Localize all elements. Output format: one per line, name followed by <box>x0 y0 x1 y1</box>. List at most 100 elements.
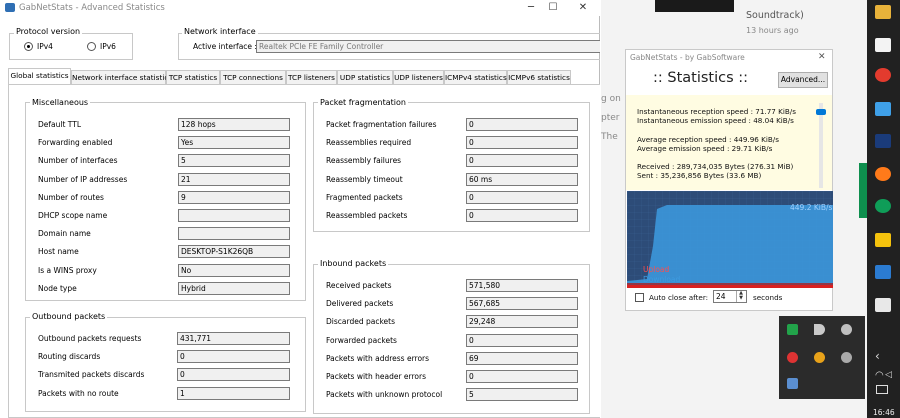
photoshop-icon[interactable] <box>875 134 891 148</box>
statistics-widget: GabNetStats - by GabSoftware ✕ :: Statis… <box>625 49 833 311</box>
chrome-icon[interactable] <box>875 68 891 82</box>
tab-icmpv6-statistics[interactable]: ICMPv6 statistics <box>507 70 571 84</box>
outbound-value-field[interactable]: 1 <box>177 386 290 400</box>
inbound-label: Discarded packets <box>326 317 395 327</box>
outbound-value-field[interactable]: 0 <box>177 368 290 382</box>
inbound-value-field[interactable]: 5 <box>466 388 578 402</box>
misc-value-field[interactable] <box>178 209 290 222</box>
outbound-label: Routing discards <box>38 352 101 362</box>
misc-value-field[interactable] <box>178 227 290 241</box>
spinner-arrows-icon[interactable]: ▲ ▼ <box>736 291 745 302</box>
misc-value-field[interactable]: 9 <box>178 190 290 204</box>
fragmentation-value-field[interactable]: 60 ms <box>466 172 578 186</box>
settings-app-icon[interactable] <box>875 265 891 279</box>
notes-icon[interactable] <box>875 233 891 247</box>
fragmentation-value-field[interactable]: 0 <box>466 209 578 222</box>
graph-max-label: 449.2 KiB/s <box>790 203 833 212</box>
misc-value-field[interactable]: 21 <box>178 172 290 186</box>
ipv6-radio[interactable] <box>87 42 96 51</box>
file-explorer-icon[interactable] <box>875 5 891 19</box>
auto-close-checkbox[interactable] <box>635 293 644 302</box>
outbound-packets-label: Outbound packets <box>30 312 108 321</box>
chevron-up-icon[interactable]: ‹ <box>875 349 880 363</box>
advanced-button[interactable]: Advanced... <box>778 72 828 88</box>
misc-value-field[interactable]: DESKTOP-S1K26QB <box>178 245 290 259</box>
speed-slider-thumb[interactable] <box>816 109 826 115</box>
widget-title: GabNetStats - by GabSoftware <box>630 53 745 62</box>
upload-legend: Upload <box>643 265 670 274</box>
fragmentation-value-field[interactable]: 0 <box>466 154 578 168</box>
inbound-label: Forwarded packets <box>326 335 397 345</box>
outbound-value-field[interactable]: 0 <box>177 350 290 364</box>
reception-speed: Instantaneous reception speed : 71.77 Ki… <box>637 107 796 116</box>
outbound-value-field[interactable]: 431,771 <box>177 332 290 345</box>
ipv4-label: IPv4 <box>37 42 53 51</box>
auto-close-label: Auto close after: <box>649 293 709 302</box>
tab-global-statistics[interactable]: Global statistics <box>8 68 71 84</box>
tab-network-interface-statistics[interactable]: Network interface statistics <box>71 70 172 84</box>
tab-udp-listeners[interactable]: UDP listeners <box>393 70 444 84</box>
misc-value-field[interactable]: 128 hops <box>178 118 290 131</box>
hangouts-icon[interactable] <box>875 199 891 213</box>
inbound-value-field[interactable]: 69 <box>466 351 578 365</box>
tab-tcp-statistics[interactable]: TCP statistics <box>166 70 220 84</box>
firefox-icon[interactable] <box>875 167 891 181</box>
stats-panel: Instantaneous reception speed : 71.77 Ki… <box>626 95 832 190</box>
misc-label: Is a WINS proxy <box>38 265 97 275</box>
app-red-icon[interactable] <box>787 352 798 363</box>
fragmentation-label: Reassembly failures <box>326 156 402 166</box>
fragmentation-label: Packet fragmentation failures <box>326 120 437 129</box>
wifi-icon[interactable]: ◠ <box>875 370 884 381</box>
cloud-icon[interactable] <box>841 324 852 335</box>
colorful-app-icon[interactable] <box>814 352 825 363</box>
text-fragment: pter <box>601 113 620 123</box>
tab-tcp-connections[interactable]: TCP connections <box>220 70 286 84</box>
volume-icon[interactable]: ◁ <box>885 370 892 380</box>
fragmentation-label: Reassembly timeout <box>326 174 403 184</box>
misc-value-field[interactable]: Yes <box>178 136 290 150</box>
active-interface-select[interactable]: Realtek PCIe FE Family Controller <box>256 40 600 53</box>
fragmentation-value-field[interactable]: 0 <box>466 118 578 131</box>
inbound-value-field[interactable]: 571,580 <box>466 279 578 292</box>
ipv4-radio[interactable] <box>24 42 33 51</box>
speaker-icon[interactable] <box>814 324 825 335</box>
traffic-graph: 449.2 KiB/s Upload Download <box>627 191 833 288</box>
inbound-value-field[interactable]: 0 <box>466 333 578 347</box>
inbound-label: Delivered packets <box>326 299 394 309</box>
store-icon[interactable] <box>875 38 891 52</box>
protocol-version-label: Protocol version <box>14 27 83 36</box>
inbound-value-field[interactable]: 0 <box>466 370 578 383</box>
tab-icmpv4-statistics[interactable]: ICMPv4 statistics <box>444 70 507 84</box>
fragmentation-label: Reassemblies required <box>326 138 412 148</box>
globe-icon[interactable] <box>841 352 852 363</box>
tab-udp-statistics[interactable]: UDP statistics <box>337 70 393 84</box>
video-thumbnail[interactable] <box>655 0 734 12</box>
widget-close-button[interactable]: ✕ <box>818 52 826 62</box>
inbound-value-field[interactable]: 29,248 <box>466 315 578 329</box>
media-app-icon[interactable] <box>875 298 891 312</box>
video-title-fragment: Soundtrack) <box>746 10 804 21</box>
speed-slider-track <box>819 103 823 188</box>
tab-tcp-listeners[interactable]: TCP listeners <box>286 70 337 84</box>
seconds-label: seconds <box>753 293 783 302</box>
tray-overflow-popup <box>779 316 865 399</box>
close-button[interactable]: ✕ <box>560 0 606 16</box>
shield-check-icon[interactable] <box>787 324 798 335</box>
misc-label: Number of IP addresses <box>38 174 128 184</box>
misc-label: DHCP scope name <box>38 211 108 220</box>
clock[interactable]: 16:46 <box>873 408 895 417</box>
network-stats-tray-icon[interactable] <box>787 378 798 389</box>
misc-value-field[interactable]: 5 <box>178 154 290 168</box>
misc-value-field[interactable]: No <box>178 263 290 277</box>
action-center-icon[interactable] <box>876 385 888 394</box>
emission-speed: Instantaneous emission speed : 48.04 KiB… <box>637 116 794 125</box>
fragmentation-value-field[interactable]: 0 <box>466 190 578 204</box>
app-blue-icon[interactable] <box>875 102 891 116</box>
fragmentation-label: Fragmented packets <box>326 192 403 202</box>
green-tab <box>859 163 867 218</box>
outbound-label: Transmited packets discards <box>38 370 145 380</box>
misc-value-field[interactable]: Hybrid <box>178 281 290 295</box>
upload-area <box>627 285 833 288</box>
inbound-value-field[interactable]: 567,685 <box>466 297 578 311</box>
fragmentation-value-field[interactable]: 0 <box>466 136 578 150</box>
